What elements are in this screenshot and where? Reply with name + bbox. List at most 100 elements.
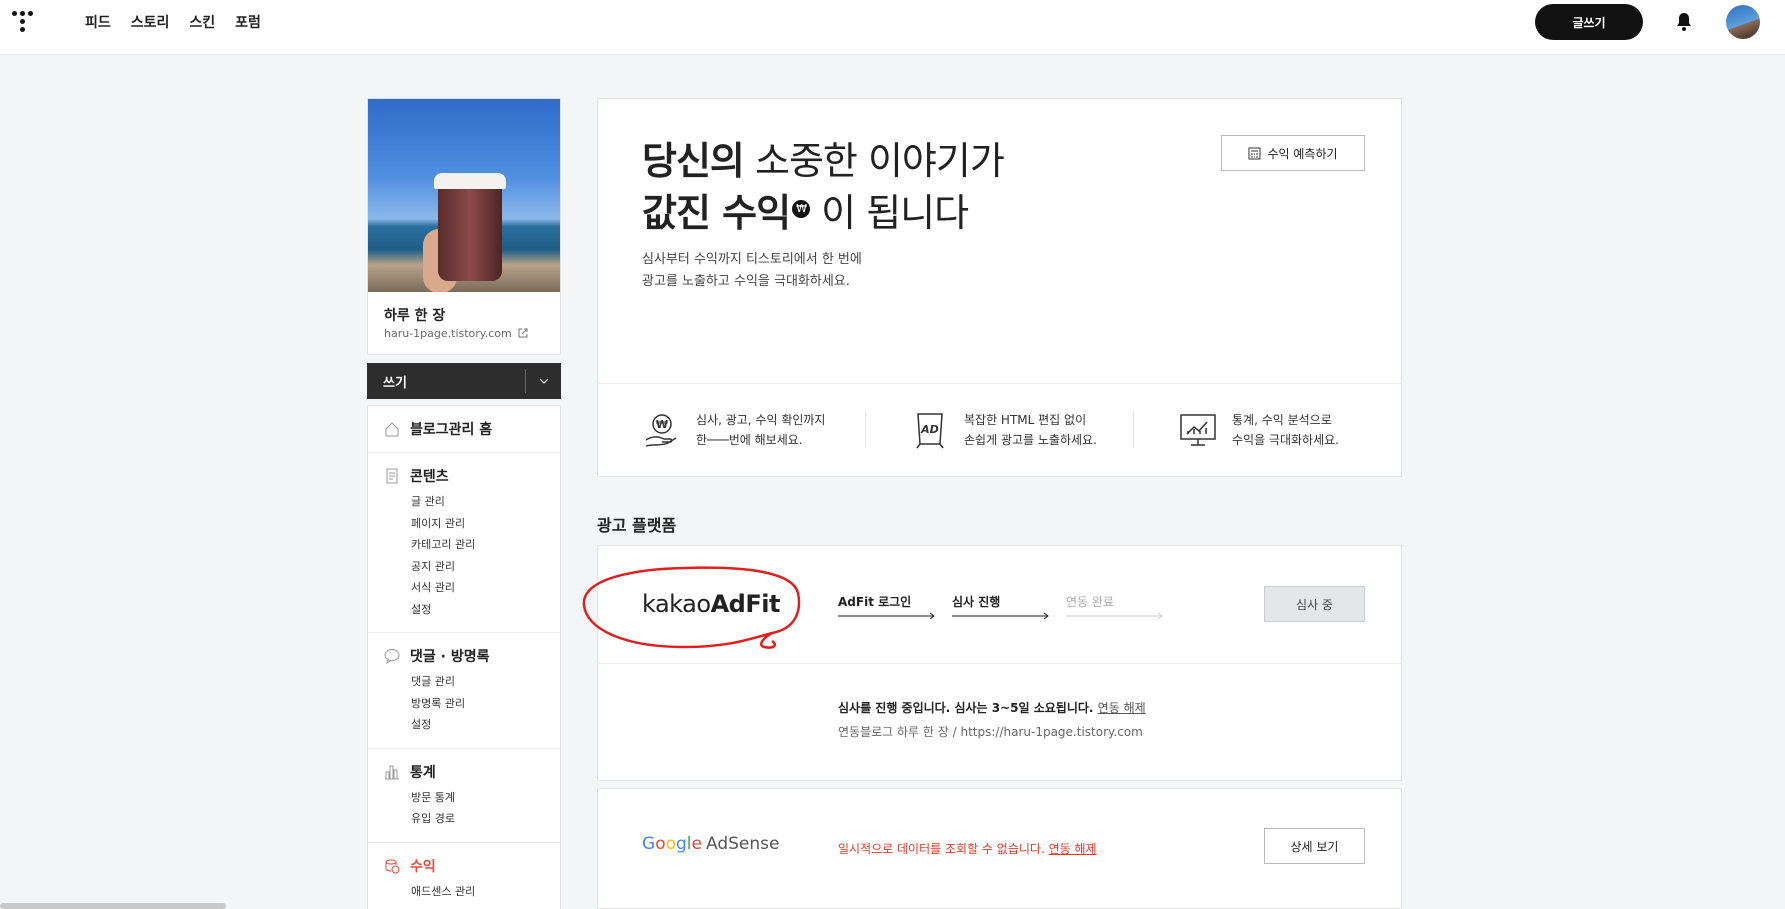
feature-item: ₩ 심사, 광고, 수익 확인까지한───번에 해보세요. — [598, 412, 866, 448]
menu-group-revenue: 수익 애드센스 관리 — [368, 843, 560, 909]
coin-stack-icon — [385, 859, 400, 873]
nav-forum[interactable]: 포럼 — [235, 12, 261, 32]
ad-platform-heading: 광고 플랫폼 — [597, 516, 677, 535]
menu-item-home[interactable]: 블로그관리 홈 — [368, 418, 560, 440]
feature-text: 복잡한 HTML 편집 없이손쉽게 광고를 노출하세요. — [964, 410, 1097, 450]
nav-story[interactable]: 스토리 — [131, 12, 170, 32]
menu-group-comments: 댓글 · 방명록 댓글 관리 방명록 관리 설정 — [368, 633, 560, 749]
feature-line: 손쉽게 광고를 노출하세요. — [964, 433, 1097, 447]
speech-bubble-icon — [384, 649, 400, 664]
logo-letter: g — [676, 834, 687, 854]
menu-home-label: 블로그관리 홈 — [410, 422, 493, 438]
compose-label: 쓰기 — [383, 375, 407, 391]
menu-revenue-label: 수익 — [410, 858, 436, 875]
feature-line: 심사, 광고, 수익 확인까지 — [696, 413, 826, 427]
submenu-referrer[interactable]: 유입 경로 — [368, 808, 560, 830]
menu-item-comments[interactable]: 댓글 · 방명록 — [368, 645, 560, 667]
feature-list: ₩ 심사, 광고, 수익 확인까지한───번에 해보세요. AD 복잡한 HTM… — [598, 383, 1401, 476]
admin-menu: 블로그관리 홈 콘텐츠 글 관리 페이지 관리 카테고리 관리 공지 관리 서식… — [367, 405, 561, 909]
adsense-error-message: 일시적으로 데이터를 조회할 수 없습니다. 연동 해제 — [838, 840, 1097, 857]
adsense-message-text: 일시적으로 데이터를 조회할 수 없습니다. — [838, 842, 1045, 856]
submenu-comment-manage[interactable]: 댓글 관리 — [368, 671, 560, 693]
submenu-template-manage[interactable]: 서식 관리 — [368, 577, 560, 599]
submenu-contents-settings[interactable]: 설정 — [368, 599, 560, 621]
tistory-logo[interactable] — [12, 11, 34, 35]
submenu-adsense-manage[interactable]: 애드센스 관리 — [368, 881, 560, 903]
submenu-notice-manage[interactable]: 공지 관리 — [368, 556, 560, 578]
hand-coin-icon: ₩ — [645, 414, 677, 447]
step-label: 심사 진행 — [952, 595, 1001, 609]
hero-line1-light: 소중한 이야기가 — [754, 139, 1005, 183]
menu-item-revenue[interactable]: 수익 — [368, 855, 560, 877]
arrow-right-icon — [838, 612, 935, 619]
feature-line: 통계, 수익 분석으로 — [1232, 413, 1332, 427]
submenu-visit-stats[interactable]: 방문 통계 — [368, 787, 560, 809]
blog-admin-sidebar: 하루 한 장 haru-1page.tistory.com 쓰기 블로그관리 홈… — [367, 98, 561, 909]
adsense-detail-button[interactable]: 상세 보기 — [1264, 828, 1365, 864]
blog-url-link[interactable]: haru-1page.tistory.com — [368, 327, 560, 354]
adfit-progress-steps: AdFit 로그인 심사 진행 연동 완료 — [838, 593, 1166, 619]
submenu-page-manage[interactable]: 페이지 관리 — [368, 513, 560, 535]
submenu-category-manage[interactable]: 카테고리 관리 — [368, 534, 560, 556]
svg-text:AD: AD — [920, 423, 939, 436]
adfit-unlink-link[interactable]: 연동 해제 — [1098, 701, 1146, 715]
hero-headline: 당신의 소중한 이야기가 값진 수익 ₩ 이 됩니다 — [642, 135, 1005, 239]
horizontal-scrollbar[interactable] — [0, 903, 226, 909]
logo-letter: o — [665, 834, 676, 854]
hero-line1-bold: 당신의 — [642, 139, 745, 183]
compose-dropdown-toggle[interactable] — [525, 369, 561, 393]
hero-sub-line1: 심사부터 수익까지 티스토리에서 한 번에 — [642, 252, 862, 267]
revenue-predict-label: 수익 예측하기 — [1267, 146, 1338, 161]
feature-line: 복잡한 HTML 편집 없이 — [964, 413, 1087, 427]
menu-item-stats[interactable]: 통계 — [368, 761, 560, 783]
revenue-predict-button[interactable]: 수익 예측하기 — [1221, 135, 1365, 171]
chevron-down-icon — [539, 378, 548, 384]
menu-group-home: 블로그관리 홈 — [368, 406, 560, 453]
step-adfit-login: AdFit 로그인 — [838, 593, 938, 619]
submenu-post-manage[interactable]: 글 관리 — [368, 491, 560, 513]
notification-bell-icon[interactable] — [1675, 12, 1693, 32]
menu-group-contents: 콘텐츠 글 관리 페이지 관리 카테고리 관리 공지 관리 서식 관리 설정 — [368, 453, 560, 633]
external-link-icon[interactable] — [518, 328, 528, 338]
step-review: 심사 진행 — [952, 593, 1052, 619]
hero-line2-light: 이 됩니다 — [821, 191, 969, 235]
user-avatar[interactable] — [1726, 5, 1760, 39]
submenu-guestbook-manage[interactable]: 방명록 관리 — [368, 693, 560, 715]
arrow-right-icon — [952, 612, 1049, 619]
compose-button[interactable]: 쓰기 — [367, 363, 561, 399]
main-nav: 피드 스토리 스킨 포럼 — [85, 12, 261, 32]
feature-text: 심사, 광고, 수익 확인까지한───번에 해보세요. — [696, 410, 825, 450]
document-icon — [386, 468, 398, 484]
blog-profile-card: 하루 한 장 haru-1page.tistory.com — [367, 98, 561, 355]
adsense-unlink-link[interactable]: 연동 해제 — [1049, 842, 1097, 856]
nav-skin[interactable]: 스킨 — [189, 12, 215, 32]
logo-adfit-text: AdFit — [710, 590, 781, 618]
logo-adsense-text: AdSense — [706, 834, 780, 854]
feature-item: 통계, 수익 분석으로수익을 극대화하세요. — [1134, 412, 1401, 448]
step-link-complete: 연동 완료 — [1066, 593, 1166, 619]
blog-name[interactable]: 하루 한 장 — [368, 292, 560, 327]
blog-url-text[interactable]: haru-1page.tistory.com — [384, 327, 512, 340]
feature-item: AD 복잡한 HTML 편집 없이손쉽게 광고를 노출하세요. — [866, 410, 1134, 450]
menu-item-contents[interactable]: 콘텐츠 — [368, 465, 560, 487]
calculator-icon — [1248, 147, 1261, 159]
write-post-button[interactable]: 글쓰기 — [1535, 4, 1643, 40]
feature-line: 수익을 극대화하세요. — [1232, 433, 1339, 447]
menu-comments-label: 댓글 · 방명록 — [410, 649, 490, 665]
menu-group-stats: 통계 방문 통계 유입 경로 — [368, 749, 560, 843]
bar-chart-icon — [385, 765, 399, 779]
review-status-button[interactable]: 심사 중 — [1264, 586, 1365, 622]
kakao-adfit-card: kakaoAdFit AdFit 로그인 심사 진행 연동 완료 심사 중 심사… — [582, 545, 1402, 781]
ad-board-icon: AD — [916, 413, 944, 449]
top-navigation-bar: 피드 스토리 스킨 포럼 글쓰기 — [0, 0, 1785, 55]
feature-line: 한───번에 해보세요. — [696, 433, 803, 447]
menu-contents-label: 콘텐츠 — [410, 469, 449, 485]
logo-letter: e — [691, 834, 702, 854]
logo-letter: G — [642, 834, 656, 854]
blog-cover-photo[interactable] — [368, 99, 560, 292]
won-icon: ₩ — [792, 200, 811, 218]
submenu-comment-settings[interactable]: 설정 — [368, 714, 560, 736]
nav-feed[interactable]: 피드 — [85, 12, 111, 32]
adfit-message-text: 심사를 진행 중입니다. 심사는 3~5일 소요됩니다. — [838, 701, 1094, 715]
revenue-hero-card: 당신의 소중한 이야기가 값진 수익 ₩ 이 됩니다 심사부터 수익까지 티스토리… — [597, 98, 1402, 477]
